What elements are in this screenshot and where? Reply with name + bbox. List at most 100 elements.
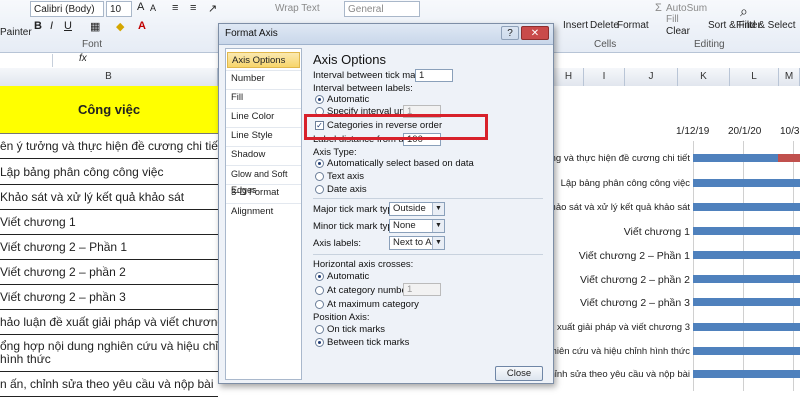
autosum-button[interactable]: AutoSum	[666, 3, 707, 14]
table-row[interactable]: hảo luận đề xuất giải pháp và viết chươn…	[0, 310, 218, 335]
borders-icon[interactable]: ▦	[90, 20, 100, 33]
major-tick-select[interactable]: Outside ▼	[389, 202, 445, 216]
cell-text: Lập bảng phân công công việc	[0, 165, 164, 179]
interval-automatic-radio[interactable]	[315, 95, 324, 104]
nav-shadow[interactable]: Shadow	[227, 147, 300, 163]
at-category-radio[interactable]	[315, 286, 324, 295]
task-bar[interactable]	[693, 251, 800, 259]
task-bar[interactable]	[693, 323, 800, 331]
nav-number[interactable]: Number	[227, 71, 300, 87]
column-header-j[interactable]: J	[625, 68, 678, 86]
nav-alignment[interactable]: Alignment	[227, 204, 300, 220]
align-top-icon[interactable]: ≡	[172, 2, 178, 14]
dialog-nav: Axis Options Number Fill Line Color Line…	[225, 48, 302, 380]
wrap-text-button[interactable]: Wrap Text	[275, 3, 320, 14]
date-axis-radio[interactable]	[315, 185, 324, 194]
text-axis-label: Text axis	[327, 171, 364, 182]
column-header-k[interactable]: K	[678, 68, 730, 86]
italic-button[interactable]: I	[50, 20, 53, 32]
table-row[interactable]: Lập bảng phân công công việc	[0, 160, 218, 185]
fx-icon[interactable]: fx	[79, 53, 87, 64]
format-axis-dialog[interactable]: Format Axis ? ✕ Axis Options Number Fill…	[218, 23, 554, 384]
task-bar[interactable]	[693, 347, 800, 355]
nav-axis-options[interactable]: Axis Options	[227, 52, 300, 68]
find-select-button[interactable]: Find & Select	[736, 20, 795, 31]
font-name-select[interactable]: Calibri (Body)	[30, 1, 104, 17]
task-bar[interactable]	[693, 203, 800, 211]
clear-button[interactable]: Clear	[666, 26, 690, 37]
category-label: Viết chương 1	[623, 226, 690, 238]
align-middle-icon[interactable]: ≡	[190, 2, 196, 14]
nav-glow-soft-edges[interactable]: Glow and Soft Edges	[227, 166, 300, 195]
table-row[interactable]: n ấn, chỉnh sửa theo yêu cầu và nộp bài	[0, 372, 218, 397]
column-header-m[interactable]: M	[779, 68, 800, 86]
gantt-chart[interactable]: 1/12/19 20/1/20 10/3 ng và thực hiện đề …	[541, 86, 800, 407]
minor-tick-select[interactable]: None ▼	[389, 219, 445, 233]
underline-button[interactable]: U	[64, 20, 72, 32]
insert-button[interactable]: Insert	[563, 20, 588, 31]
minor-tick-label: Minor tick mark type:	[313, 221, 401, 232]
on-tick-label: On tick marks	[327, 324, 386, 335]
task-bar-progress[interactable]	[778, 154, 800, 162]
number-format-select[interactable]: General	[344, 1, 420, 17]
table-row[interactable]: Viết chương 2 – Phần 1	[0, 235, 218, 260]
between-tick-label: Between tick marks	[327, 337, 410, 348]
cell-text: ên ý tưởng và thực hiện đề cương chi tiế…	[0, 139, 218, 153]
between-tick-radio[interactable]	[315, 338, 324, 347]
font-size-select[interactable]: 10	[106, 1, 132, 17]
task-bar[interactable]	[693, 227, 800, 235]
worksheet-left: Công việc ên ý tưởng và thực hiện đề cươ…	[0, 86, 218, 407]
font-color-icon[interactable]: A	[138, 20, 146, 32]
fill-button[interactable]: Fill	[666, 14, 679, 25]
at-max-label: At maximum category	[327, 299, 419, 310]
table-row[interactable]: ên ý tưởng và thực hiện đề cương chi tiế…	[0, 134, 218, 159]
grow-font-icon[interactable]: A	[137, 1, 144, 13]
major-tick-value: Outside	[393, 203, 426, 214]
divider	[313, 254, 543, 255]
help-button[interactable]: ?	[501, 26, 519, 40]
interval-tick-input[interactable]: 1	[415, 69, 453, 82]
task-bar[interactable]	[693, 370, 800, 378]
dialog-title-bar[interactable]: Format Axis ? ✕	[219, 24, 553, 45]
at-category-label: At category number:	[327, 285, 413, 296]
table-row[interactable]: Khảo sát và xử lý kết quả khảo sát	[0, 185, 218, 210]
format-button[interactable]: Format	[617, 20, 649, 31]
task-bar[interactable]	[693, 298, 800, 306]
delete-button[interactable]: Delete	[590, 20, 619, 31]
table-row[interactable]: Viết chương 1	[0, 210, 218, 235]
fill-color-icon[interactable]: ◆	[116, 20, 124, 33]
chevron-down-icon[interactable]: ▼	[432, 220, 444, 232]
axis-labels-select[interactable]: Next to Axis ▼	[389, 236, 445, 250]
text-axis-radio[interactable]	[315, 172, 324, 181]
task-bar[interactable]	[693, 275, 800, 283]
column-header-l[interactable]: L	[730, 68, 779, 86]
name-box[interactable]	[0, 54, 53, 67]
nav-3d-format[interactable]: 3-D Format	[227, 185, 300, 201]
at-category-input[interactable]: 1	[403, 283, 441, 296]
at-max-radio[interactable]	[315, 300, 324, 309]
bold-button[interactable]: B	[34, 20, 42, 32]
on-tick-radio[interactable]	[315, 325, 324, 334]
crosses-automatic-radio[interactable]	[315, 272, 324, 281]
nav-line-style[interactable]: Line Style	[227, 128, 300, 144]
auto-select-radio[interactable]	[315, 159, 324, 168]
task-bar[interactable]	[693, 179, 800, 187]
format-painter-button[interactable]: Painter	[0, 27, 32, 38]
table-row[interactable]: Viết chương 2 – phần 3	[0, 285, 218, 310]
category-label: xuất giải pháp và viết chương 3	[556, 322, 690, 333]
nav-fill[interactable]: Fill	[227, 90, 300, 106]
column-header-b[interactable]: B	[0, 68, 218, 86]
table-row[interactable]: ổng hợp nội dung nghiên cứu và hiệu chỉn…	[0, 335, 218, 372]
close-button[interactable]: Close	[495, 366, 543, 381]
column-header-h[interactable]: H	[554, 68, 584, 86]
chevron-down-icon[interactable]: ▼	[432, 237, 444, 249]
orientation-icon[interactable]: ↗	[208, 2, 217, 15]
shrink-font-icon[interactable]: A	[150, 3, 156, 13]
table-row[interactable]: Viết chương 2 – phần 2	[0, 260, 218, 285]
close-x-button[interactable]: ✕	[521, 26, 549, 40]
position-axis-label: Position Axis:	[313, 312, 370, 323]
nav-line-color[interactable]: Line Color	[227, 109, 300, 125]
header-cell-cong-viec[interactable]: Công việc	[0, 86, 218, 134]
column-header-i[interactable]: I	[584, 68, 625, 86]
chevron-down-icon[interactable]: ▼	[432, 203, 444, 215]
